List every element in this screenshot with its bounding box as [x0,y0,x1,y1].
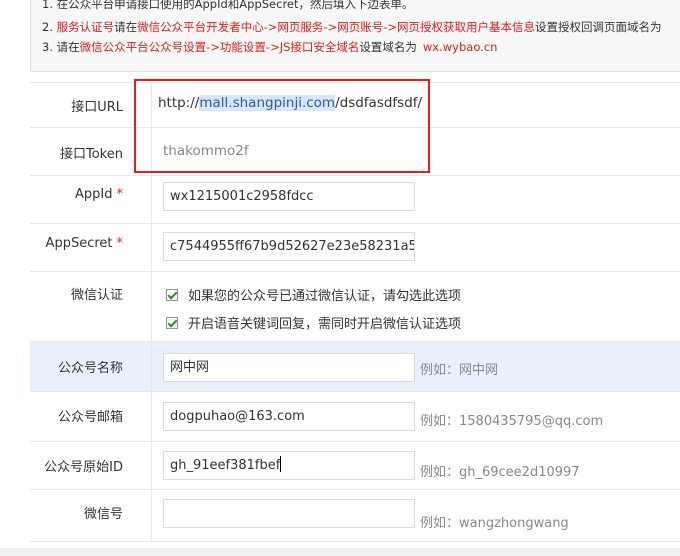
instructions-box: 1. 在公众平台申请接口使用的AppId和AppSecret，然后填入下边表单。… [30,0,680,72]
appsecret-input[interactable]: c7544955ff67b9d52627e23e58231a53 [163,232,415,261]
interface-token-value[interactable]: thakommo2f [163,143,249,159]
instruction-number: 2. [42,20,57,34]
required-mark: * [116,236,124,251]
url-prefix: http:// [158,95,200,111]
bottom-strip [0,548,680,556]
label-cell: 微信号 [30,490,152,541]
instruction-text: 1. 在公众平台申请接口使用的AppId和AppSecret，然后填入下边表单。 [42,0,414,11]
label-cell: 公众号名称 [30,342,152,391]
verify-option-1[interactable]: 如果您的公众号已通过微信认证，请勾选此选项 [166,285,461,304]
wechat-verify-label: 微信认证 [70,288,123,303]
instruction-highlight: 微信公众平台开发者中心->网页服务->网页账号->网页授权获取用户基本信息 [137,20,535,34]
row-appid: AppId * wx1215001c2958fdcc [30,176,680,224]
value-cell: 例如：wangzhongwang [152,490,680,541]
text-cursor [280,456,282,472]
instruction-line-3: 3. 请在微信公众平台公众号设置->功能设置->JS接口安全域名设置域名为 wx.… [42,40,497,54]
row-appsecret: AppSecret * c7544955ff67b9d52627e23e58231… [30,224,680,272]
original-id-label: 公众号原始ID [44,460,123,475]
row-wechat-id: 微信号 例如：wangzhongwang [30,490,680,542]
row-original-id: 公众号原始ID gh_91eef381fbef 例如：gh_69cee2d109… [30,442,680,490]
original-id-input[interactable]: gh_91eef381fbef [163,451,415,480]
label-cell: AppSecret * [30,224,152,271]
value-cell: http://mall.shangpinji.com/dsdfasdfsdf/ [152,83,680,127]
value-cell: gh_91eef381fbef 例如：gh_69cee2d10997 [152,442,680,489]
url-selected-text: mall.shangpinji.com [199,95,336,111]
value-cell: thakommo2f [152,128,680,175]
appsecret-label: AppSecret * [46,236,123,251]
instruction-text: 3. 请在 [42,40,80,54]
instruction-line-2: 2. 服务认证号请在微信公众平台开发者中心->网页服务->网页账号->网页授权获… [42,20,662,34]
appid-input[interactable]: wx1215001c2958fdcc [163,182,415,211]
instruction-highlight: 微信公众平台公众号设置->功能设置->JS接口安全域名 [79,40,360,54]
value-cell: 如果您的公众号已通过微信认证，请勾选此选项 开启语音关键词回复，需同时开启微信认… [152,272,680,341]
checkbox-checked-icon[interactable] [166,289,178,301]
interface-token-label: 接口Token [60,147,123,162]
label-cell: 公众号原始ID [30,442,152,489]
instruction-text: 请在 [114,20,138,34]
value-cell: 网中网 例如：网中网 [152,342,680,391]
account-email-label: 公众号邮箱 [57,410,123,425]
instruction-text: 设置授权回调页面域名为 [535,20,662,34]
required-mark: * [116,187,124,202]
verify-option-1-label: 如果您的公众号已通过微信认证，请勾选此选项 [188,289,462,304]
value-cell: wx1215001c2958fdcc [152,176,680,223]
label-cell: 公众号邮箱 [30,392,152,441]
appsecret-label-text: AppSecret [45,236,113,251]
wechat-config-form: 接口URL http://mall.shangpinji.com/dsdfasd… [30,82,680,542]
account-email-example: 例如：1580435795@qq.com [420,414,604,429]
appid-label: AppId * [75,187,123,202]
label-cell: 微信认证 [30,272,152,341]
appid-label-text: AppId [75,187,113,202]
account-email-input[interactable]: dogpuhao@163.com [163,402,415,431]
account-name-input[interactable]: 网中网 [163,353,415,382]
wechat-id-example: 例如：wangzhongwang [420,516,569,531]
instruction-highlight: 服务认证号 [56,20,115,34]
wechat-id-input[interactable] [163,499,415,528]
interface-url-label: 接口URL [71,100,123,115]
domain-text: wx.wybao.cn [422,40,498,54]
label-cell: 接口Token [30,128,152,175]
account-name-example: 例如：网中网 [420,363,499,378]
wechat-id-label: 微信号 [83,507,123,522]
checkbox-checked-icon[interactable] [166,317,178,329]
account-name-label: 公众号名称 [57,361,123,376]
value-cell: c7544955ff67b9d52627e23e58231a53 [152,224,680,271]
label-cell: AppId * [30,176,152,223]
row-interface-url: 接口URL http://mall.shangpinji.com/dsdfasd… [30,83,680,128]
instruction-text: 设置域名为 [359,40,417,54]
row-interface-token: 接口Token thakommo2f [30,128,680,176]
instruction-line-1: 1. 在公众平台申请接口使用的AppId和AppSecret，然后填入下边表单。 [42,0,414,11]
interface-url-value[interactable]: http://mall.shangpinji.com/dsdfasdfsdf/ [158,95,422,111]
value-cell: dogpuhao@163.com 例如：1580435795@qq.com [152,392,680,441]
verify-option-2[interactable]: 开启语音关键词回复，需同时开启微信认证选项 [166,313,461,332]
row-account-name: 公众号名称 网中网 例如：网中网 [30,342,680,392]
original-id-value: gh_91eef381fbef [170,458,281,473]
row-account-email: 公众号邮箱 dogpuhao@163.com 例如：1580435795@qq.… [30,392,680,442]
label-cell: 接口URL [30,83,152,127]
url-suffix: /dsdfasdfsdf/ [335,95,423,111]
original-id-example: 例如：gh_69cee2d10997 [420,465,580,480]
row-wechat-verify: 微信认证 如果您的公众号已通过微信认证，请勾选此选项 开启语音关键词回复，需同时… [30,272,680,342]
verify-option-2-label: 开启语音关键词回复，需同时开启微信认证选项 [188,317,462,332]
